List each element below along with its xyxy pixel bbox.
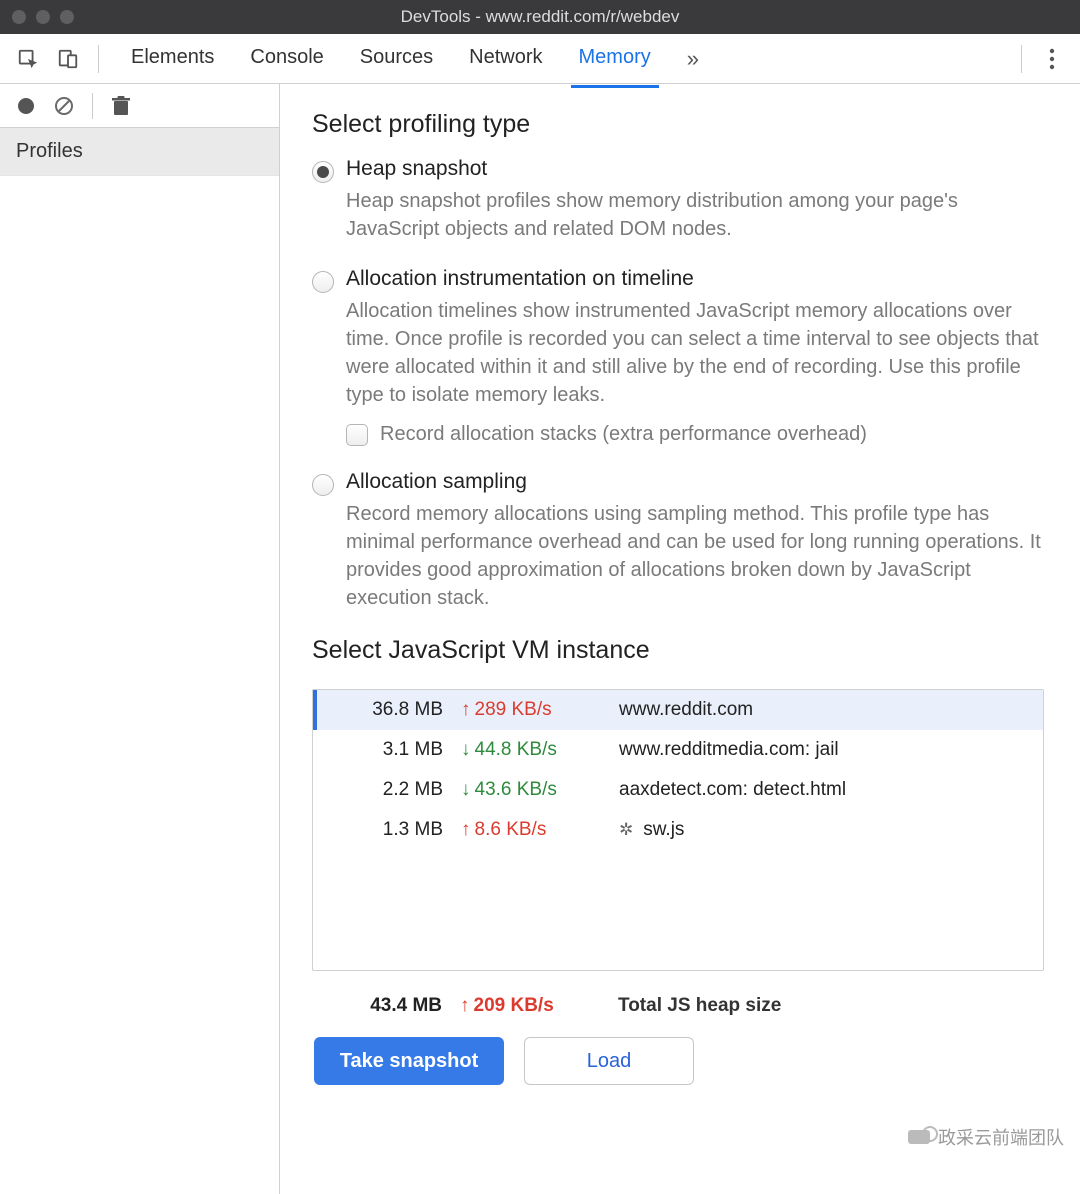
profiling-option-heap[interactable]: Heap snapshot Heap snapshot profiles sho… — [312, 157, 1044, 243]
tab-sources[interactable]: Sources — [360, 36, 433, 82]
device-icon[interactable] — [52, 41, 84, 77]
main-split: Profiles Select profiling type Heap snap… — [0, 84, 1080, 1194]
arrow-up-icon: ↑ — [461, 699, 471, 721]
vm-row[interactable]: 3.1 MB ↓44.8 KB/s www.redditmedia.com: j… — [313, 730, 1043, 770]
vm-size: 1.3 MB — [333, 819, 443, 841]
vm-row[interactable]: 36.8 MB ↑289 KB/s www.reddit.com — [313, 690, 1043, 730]
clear-button[interactable] — [50, 92, 78, 120]
total-heap-row: 43.4 MB ↑209 KB/s Total JS heap size — [312, 989, 1044, 1023]
toolbar-divider — [92, 93, 93, 119]
toolbar-divider — [98, 45, 99, 73]
record-stacks-row: Record allocation stacks (extra performa… — [346, 423, 1044, 446]
arrow-up-icon: ↑ — [461, 819, 471, 841]
gear-icon: ✲ — [619, 820, 633, 840]
radio-sampling[interactable] — [312, 474, 334, 496]
option-description: Allocation timelines show instrumented J… — [346, 297, 1044, 409]
chevron-double-right-icon: » — [687, 46, 699, 71]
option-description: Heap snapshot profiles show memory distr… — [346, 187, 1044, 243]
vm-size: 2.2 MB — [333, 779, 443, 801]
vm-name: www.redditmedia.com: jail — [619, 739, 1027, 761]
total-rate: ↑209 KB/s — [460, 995, 600, 1017]
inspect-icon[interactable] — [12, 41, 44, 77]
vm-size: 36.8 MB — [333, 699, 443, 721]
delete-button[interactable] — [107, 92, 135, 120]
vm-name: aaxdetect.com: detect.html — [619, 779, 1027, 801]
option-title: Allocation sampling — [346, 470, 1044, 494]
total-label: Total JS heap size — [618, 995, 1028, 1017]
watermark: 政采云前端团队 — [908, 1124, 1064, 1150]
kebab-menu-button[interactable] — [1036, 41, 1068, 77]
profiles-list: Profiles — [0, 128, 279, 1194]
devtools-tabbar: Elements Console Sources Network Memory … — [0, 34, 1080, 84]
load-button[interactable]: Load — [524, 1037, 694, 1085]
vm-name: ✲ sw.js — [619, 819, 1027, 841]
vm-name: www.reddit.com — [619, 699, 1027, 721]
radio-heap[interactable] — [312, 161, 334, 183]
record-stacks-label: Record allocation stacks (extra performa… — [380, 423, 867, 446]
panel-tabs: Elements Console Sources Network Memory … — [131, 36, 699, 82]
window-titlebar: DevTools - www.reddit.com/r/webdev — [0, 0, 1080, 34]
arrow-down-icon: ↓ — [461, 779, 471, 801]
minimize-window-button[interactable] — [36, 10, 50, 24]
profiles-category[interactable]: Profiles — [0, 128, 279, 176]
vm-rate: ↓44.8 KB/s — [461, 739, 601, 761]
profiling-heading: Select profiling type — [312, 110, 1044, 139]
tabs-overflow-button[interactable]: » — [687, 36, 699, 82]
action-buttons: Take snapshot Load — [312, 1037, 1044, 1085]
zoom-window-button[interactable] — [60, 10, 74, 24]
vm-row[interactable]: 1.3 MB ↑8.6 KB/s ✲ sw.js — [313, 810, 1043, 850]
window-title: DevTools - www.reddit.com/r/webdev — [0, 7, 1080, 27]
profiles-sidebar: Profiles — [0, 84, 280, 1194]
close-window-button[interactable] — [12, 10, 26, 24]
arrow-down-icon: ↓ — [461, 739, 471, 761]
tab-console[interactable]: Console — [250, 36, 323, 82]
option-title: Heap snapshot — [346, 157, 1044, 181]
vm-heading: Select JavaScript VM instance — [312, 636, 1044, 665]
tab-elements[interactable]: Elements — [131, 36, 214, 82]
option-description: Record memory allocations using sampling… — [346, 500, 1044, 612]
vm-instance-table: 36.8 MB ↑289 KB/s www.reddit.com 3.1 MB … — [312, 689, 1044, 971]
record-stacks-checkbox[interactable] — [346, 424, 368, 446]
arrow-up-icon: ↑ — [460, 995, 470, 1017]
profiling-option-timeline[interactable]: Allocation instrumentation on timeline A… — [312, 267, 1044, 446]
radio-timeline[interactable] — [312, 271, 334, 293]
toolbar-divider — [1021, 45, 1022, 73]
vm-size: 3.1 MB — [333, 739, 443, 761]
profiles-toolbar — [0, 84, 279, 128]
vm-rate: ↑8.6 KB/s — [461, 819, 601, 841]
profiling-option-sampling[interactable]: Allocation sampling Record memory alloca… — [312, 470, 1044, 612]
vm-row[interactable]: 2.2 MB ↓43.6 KB/s aaxdetect.com: detect.… — [313, 770, 1043, 810]
wechat-icon — [908, 1130, 930, 1144]
take-snapshot-button[interactable]: Take snapshot — [314, 1037, 504, 1085]
total-size: 43.4 MB — [332, 995, 442, 1017]
record-button[interactable] — [12, 92, 40, 120]
traffic-lights — [12, 10, 74, 24]
option-title: Allocation instrumentation on timeline — [346, 267, 1044, 291]
vm-rate: ↓43.6 KB/s — [461, 779, 601, 801]
tab-memory[interactable]: Memory — [579, 36, 651, 82]
vm-rate: ↑289 KB/s — [461, 699, 601, 721]
tab-network[interactable]: Network — [469, 36, 542, 82]
memory-panel-content: Select profiling type Heap snapshot Heap… — [280, 84, 1080, 1194]
